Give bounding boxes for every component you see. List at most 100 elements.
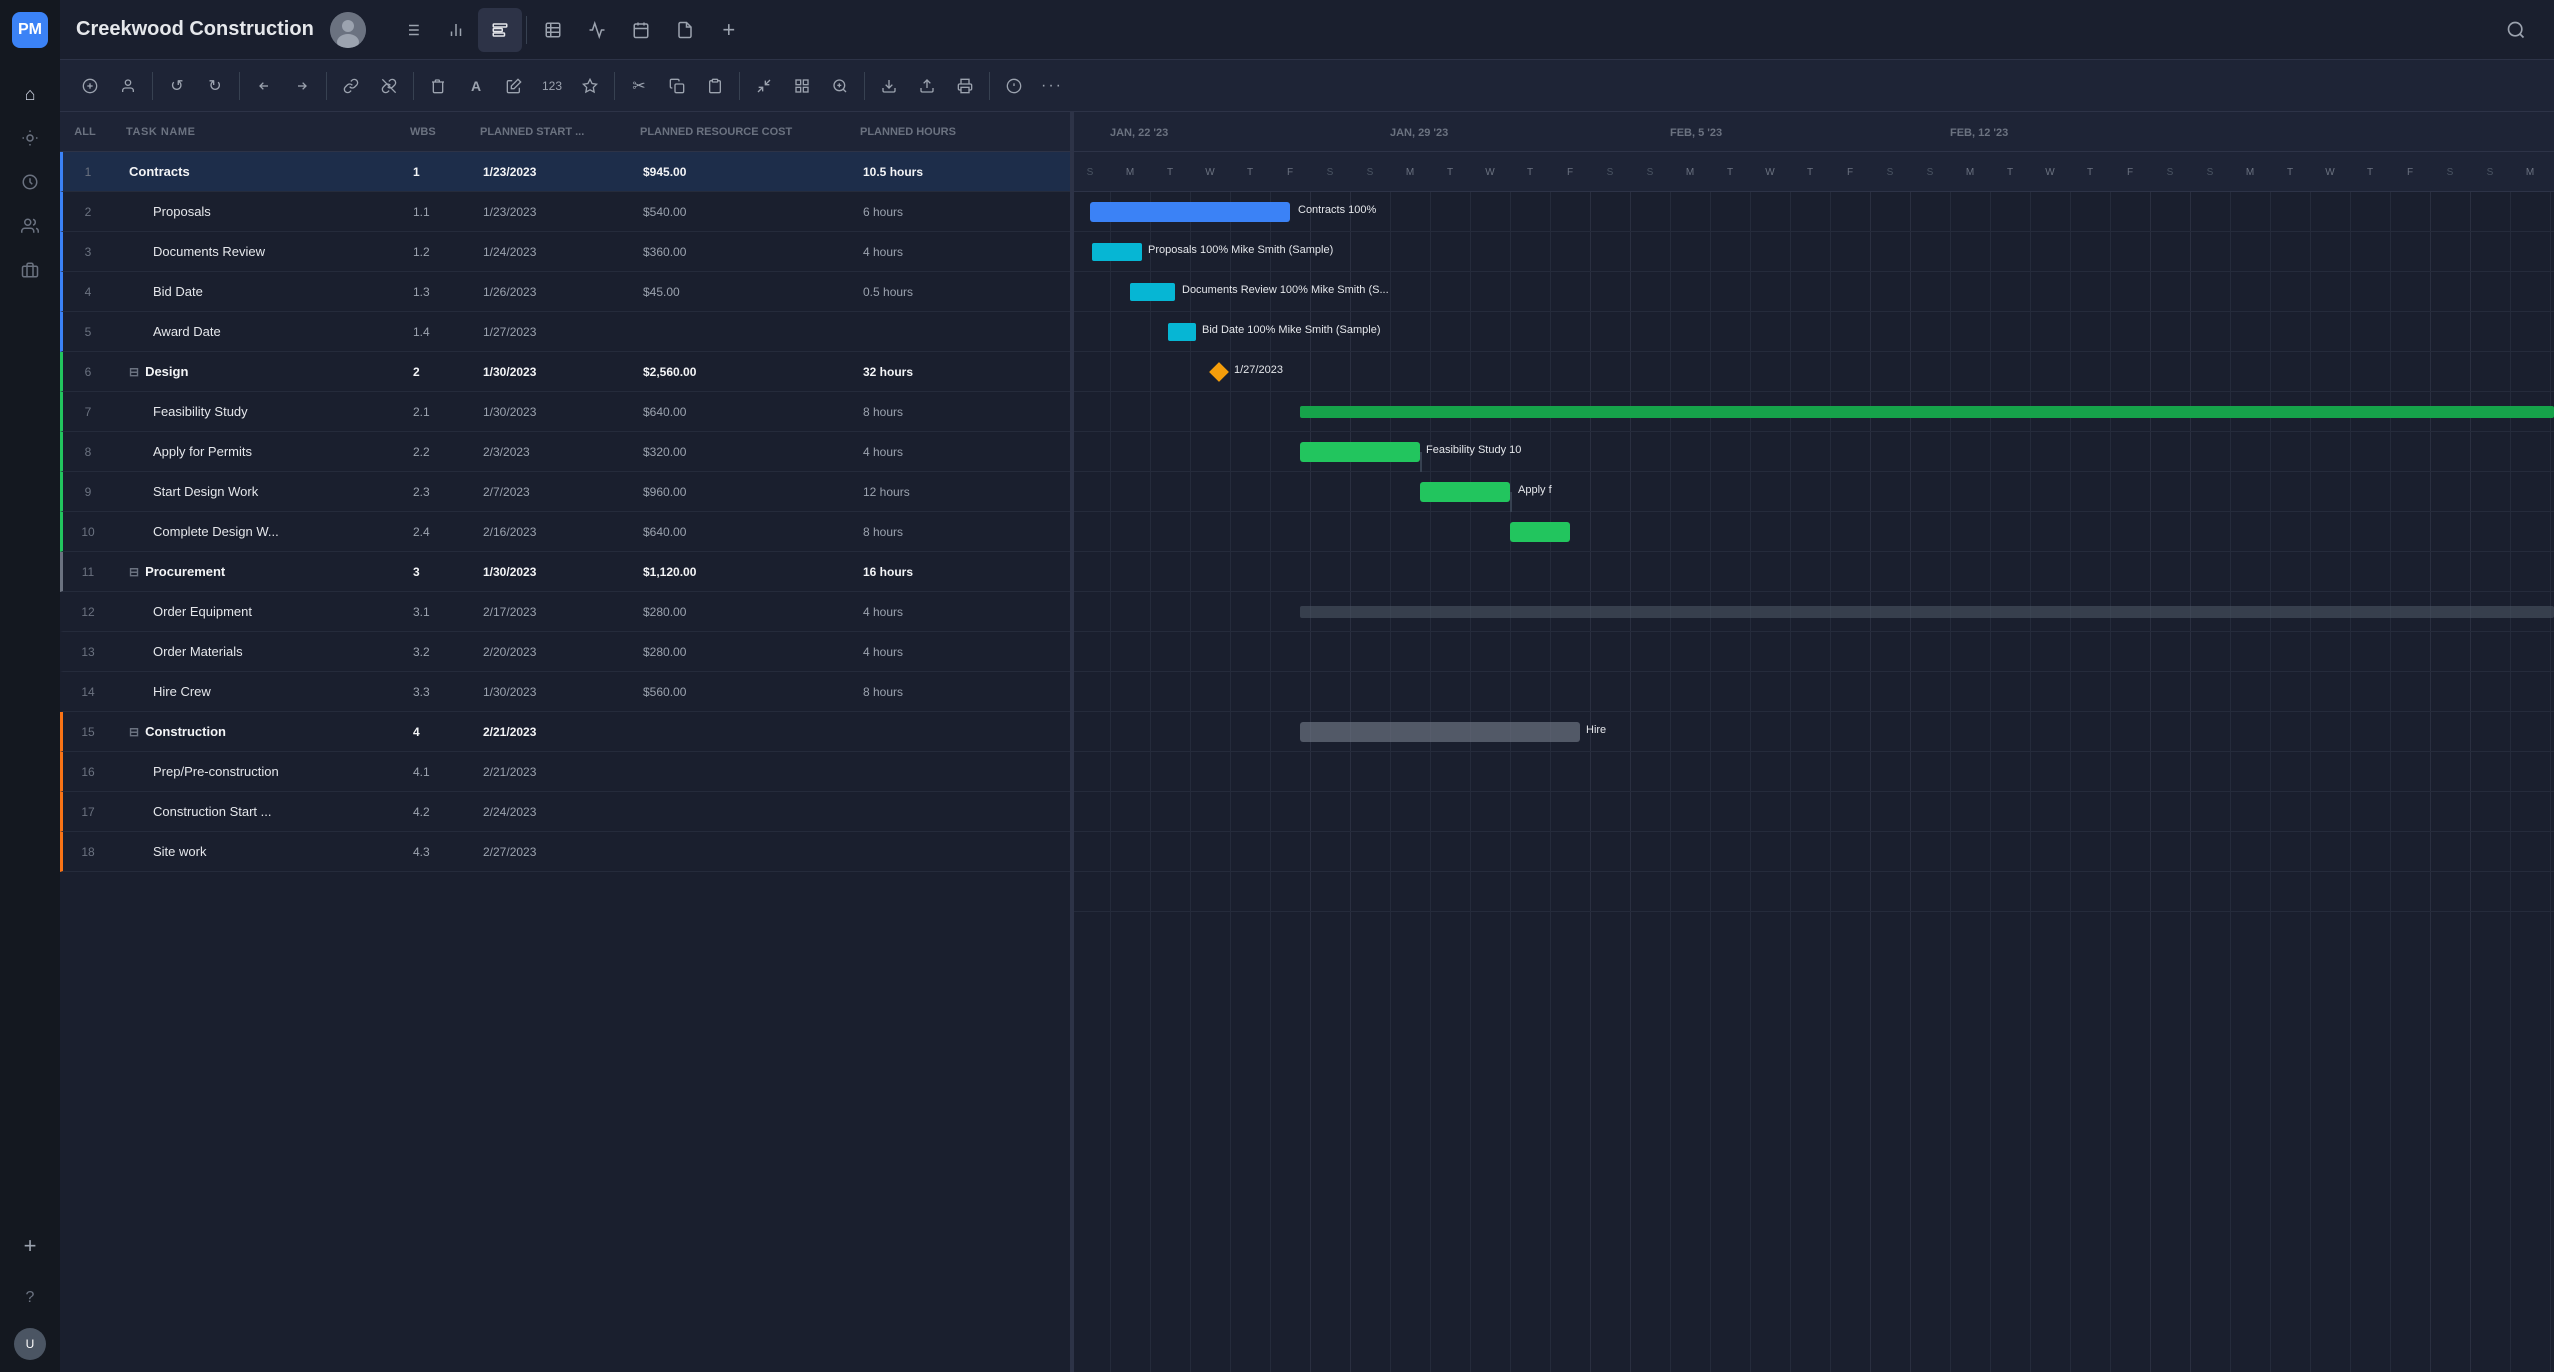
undo-button[interactable]: ↺ <box>159 68 195 104</box>
date-group-label: JAN, 22 '23 <box>1110 124 1168 139</box>
table-row[interactable]: 9 Start Design Work 2.3 2/7/2023 $960.00… <box>60 472 1070 512</box>
task-name: Award Date <box>113 324 413 339</box>
task-wbs: 3.1 <box>413 605 483 619</box>
app-logo[interactable]: PM <box>12 12 48 48</box>
gantt-view-icon[interactable] <box>478 8 522 52</box>
import-button[interactable] <box>909 68 945 104</box>
sidebar-item-help[interactable]: ? <box>12 1280 48 1316</box>
grid-button[interactable] <box>784 68 820 104</box>
gantt-bar-label: 1/27/2023 <box>1234 364 1283 376</box>
task-start: 1/30/2023 <box>483 565 643 579</box>
number-format-button[interactable]: 123 <box>534 68 570 104</box>
outdent-button[interactable] <box>246 68 282 104</box>
col-all-header[interactable]: ALL <box>60 126 110 138</box>
link-button[interactable] <box>333 68 369 104</box>
redo-button[interactable]: ↻ <box>197 68 233 104</box>
task-name: Order Equipment <box>113 604 413 619</box>
row-number: 7 <box>63 405 113 419</box>
sidebar-item-home[interactable]: ⌂ <box>12 76 48 112</box>
baseline-button[interactable] <box>746 68 782 104</box>
table-row[interactable]: 15 ⊟Construction 4 2/21/2023 <box>60 712 1070 752</box>
task-hours: 4 hours <box>863 445 1043 459</box>
table-row[interactable]: 14 Hire Crew 3.3 1/30/2023 $560.00 8 hou… <box>60 672 1070 712</box>
sidebar-item-users[interactable] <box>12 208 48 244</box>
search-icon[interactable] <box>2494 8 2538 52</box>
document-icon[interactable] <box>663 8 707 52</box>
project-title: Creekwood Construction <box>76 18 314 41</box>
task-wbs: 1.3 <box>413 285 483 299</box>
gantt-bar-proposals <box>1092 243 1142 261</box>
table-row[interactable]: 4 Bid Date 1.3 1/26/2023 $45.00 0.5 hour… <box>60 272 1070 312</box>
task-hours: 16 hours <box>863 565 1043 579</box>
export-button[interactable] <box>871 68 907 104</box>
plus-icon[interactable]: + <box>707 8 751 52</box>
sidebar-item-briefcase[interactable] <box>12 252 48 288</box>
gantt-resize-handle[interactable] <box>1070 112 1074 1372</box>
row-number: 17 <box>63 805 113 819</box>
add-user-button[interactable] <box>110 68 146 104</box>
sidebar-item-notifications[interactable] <box>12 120 48 156</box>
gantt-row: Hire <box>1070 712 2554 752</box>
table-row[interactable]: 16 Prep/Pre-construction 4.1 2/21/2023 <box>60 752 1070 792</box>
indent-button[interactable] <box>284 68 320 104</box>
task-name: Proposals <box>113 204 413 219</box>
table-row[interactable]: 7 Feasibility Study 2.1 1/30/2023 $640.0… <box>60 392 1070 432</box>
table-row[interactable]: 1 Contracts 1 1/23/2023 $945.00 10.5 hou… <box>60 152 1070 192</box>
info-button[interactable] <box>996 68 1032 104</box>
shape-button[interactable] <box>572 68 608 104</box>
more-button[interactable]: ··· <box>1034 68 1070 104</box>
list-view-icon[interactable] <box>390 8 434 52</box>
task-wbs: 3.2 <box>413 645 483 659</box>
paint-button[interactable] <box>496 68 532 104</box>
table-row[interactable]: 13 Order Materials 3.2 2/20/2023 $280.00… <box>60 632 1070 672</box>
gantt-header: JAN, 22 '23 JAN, 29 '23 FEB, 5 '23 FEB, … <box>1070 112 2554 192</box>
task-start: 2/27/2023 <box>483 845 643 859</box>
table-row[interactable]: 10 Complete Design W... 2.4 2/16/2023 $6… <box>60 512 1070 552</box>
gantt-row: Contracts 100% <box>1070 192 2554 232</box>
table-row[interactable]: 11 ⊟Procurement 3 1/30/2023 $1,120.00 16… <box>60 552 1070 592</box>
gantt-row <box>1070 752 2554 792</box>
row-number: 1 <box>63 165 113 179</box>
table-row[interactable]: 6 ⊟Design 2 1/30/2023 $2,560.00 32 hours <box>60 352 1070 392</box>
table-row[interactable]: 3 Documents Review 1.2 1/24/2023 $360.00… <box>60 232 1070 272</box>
gantt-bar-label: Documents Review 100% Mike Smith (S... <box>1182 284 1389 296</box>
task-wbs: 2.3 <box>413 485 483 499</box>
cut-button[interactable]: ✂ <box>621 68 657 104</box>
table-row[interactable]: 18 Site work 4.3 2/27/2023 <box>60 832 1070 872</box>
gantt-row <box>1070 552 2554 592</box>
copy-button[interactable] <box>659 68 695 104</box>
row-number: 4 <box>63 285 113 299</box>
table-row[interactable]: 8 Apply for Permits 2.2 2/3/2023 $320.00… <box>60 432 1070 472</box>
calendar-icon[interactable] <box>619 8 663 52</box>
unlink-button[interactable] <box>371 68 407 104</box>
task-name: ⊟Construction <box>113 724 413 739</box>
add-task-button[interactable] <box>72 68 108 104</box>
gantt-row <box>1070 592 2554 632</box>
row-number: 11 <box>63 565 113 579</box>
table-icon[interactable] <box>531 8 575 52</box>
gantt-row <box>1070 392 2554 432</box>
sidebar-item-clock[interactable] <box>12 164 48 200</box>
gantt-row: 1/27/2023 <box>1070 352 2554 392</box>
paste-button[interactable] <box>697 68 733 104</box>
table-row[interactable]: 12 Order Equipment 3.1 2/17/2023 $280.00… <box>60 592 1070 632</box>
task-hours: 8 hours <box>863 525 1043 539</box>
user-avatar[interactable]: U <box>14 1328 46 1360</box>
project-avatar <box>330 12 366 48</box>
sidebar-item-add[interactable]: + <box>12 1228 48 1264</box>
waveform-icon[interactable] <box>575 8 619 52</box>
table-row[interactable]: 17 Construction Start ... 4.2 2/24/2023 <box>60 792 1070 832</box>
gantt-row <box>1070 512 2554 552</box>
delete-button[interactable] <box>420 68 456 104</box>
gantt-row <box>1070 832 2554 872</box>
gantt-connector <box>1420 452 1422 472</box>
zoom-in-button[interactable] <box>822 68 858 104</box>
text-format-button[interactable]: A <box>458 68 494 104</box>
task-start: 2/7/2023 <box>483 485 643 499</box>
table-row[interactable]: 2 Proposals 1.1 1/23/2023 $540.00 6 hour… <box>60 192 1070 232</box>
chart-view-icon[interactable] <box>434 8 478 52</box>
gantt-bar-contracts <box>1090 202 1290 222</box>
task-cost: $640.00 <box>643 405 863 419</box>
print-button[interactable] <box>947 68 983 104</box>
table-row[interactable]: 5 Award Date 1.4 1/27/2023 <box>60 312 1070 352</box>
